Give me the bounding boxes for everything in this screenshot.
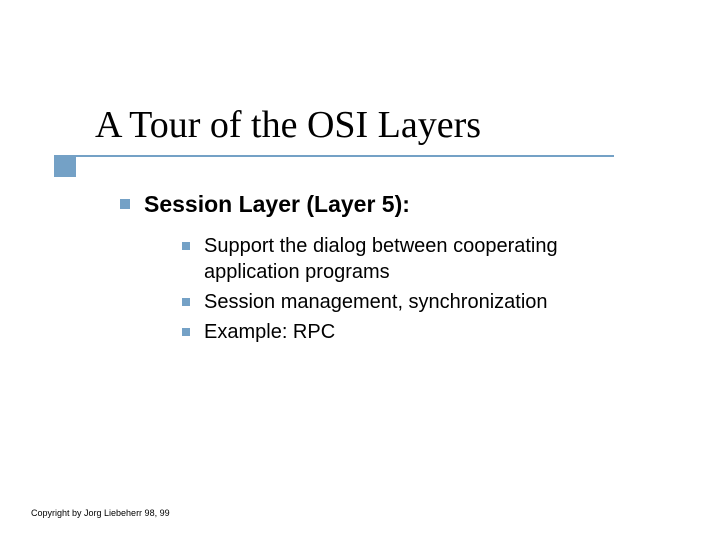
- list-item-text: Example: RPC: [204, 319, 335, 345]
- list-item: Session management, synchronization: [182, 289, 640, 315]
- list-item: Example: RPC: [182, 319, 640, 345]
- slide-body: Session Layer (Layer 5): Support the dia…: [120, 190, 640, 349]
- copyright-footer: Copyright by Jorg Liebeherr 98, 99: [31, 508, 170, 518]
- slide: A Tour of the OSI Layers Session Layer (…: [0, 0, 720, 540]
- bullet-level1: Session Layer (Layer 5):: [120, 190, 640, 219]
- level1-heading: Session Layer (Layer 5):: [144, 190, 410, 219]
- square-bullet-icon: [182, 298, 190, 306]
- title-underline: [54, 155, 614, 157]
- list-item-text: Session management, synchronization: [204, 289, 548, 315]
- square-bullet-icon: [182, 242, 190, 250]
- square-bullet-icon: [120, 199, 130, 209]
- slide-title: A Tour of the OSI Layers: [95, 103, 481, 147]
- square-bullet-icon: [182, 328, 190, 336]
- list-item-text: Support the dialog between cooperating a…: [204, 233, 640, 285]
- title-accent-square: [54, 155, 76, 177]
- list-item: Support the dialog between cooperating a…: [182, 233, 640, 285]
- level2-list: Support the dialog between cooperating a…: [182, 233, 640, 345]
